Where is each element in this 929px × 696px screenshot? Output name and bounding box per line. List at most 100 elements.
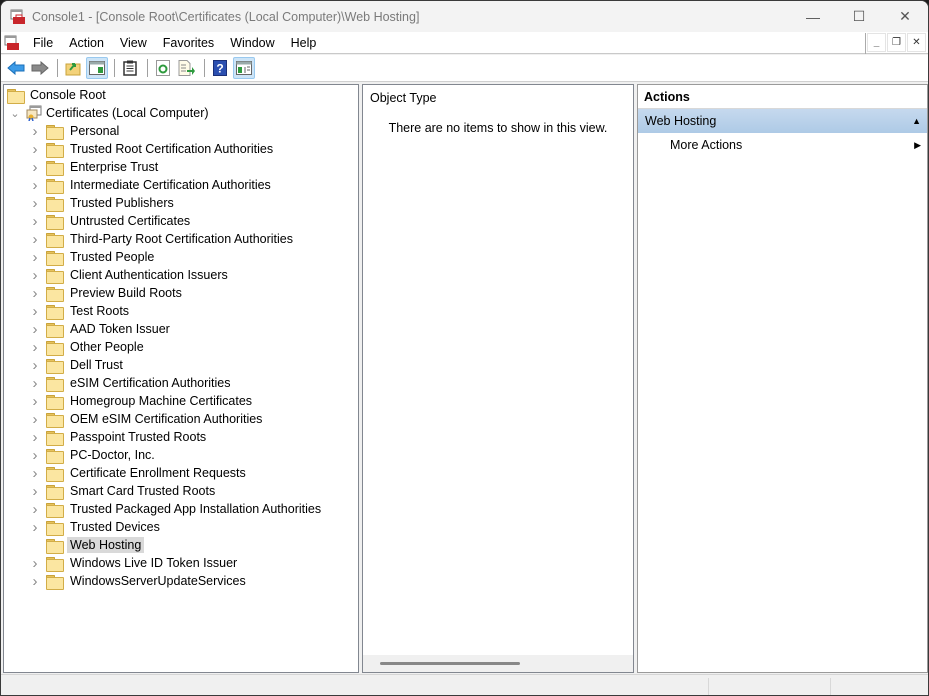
export-list-button[interactable] [176,57,198,79]
chevron-right-icon[interactable]: › [30,392,40,410]
tree-item[interactable]: › Intermediate Certification Authorities [30,176,274,194]
tree-item[interactable]: › Certificate Enrollment Requests [30,464,249,482]
folder-icon [46,286,64,302]
tree-item[interactable]: › OEM eSIM Certification Authorities [30,410,265,428]
chevron-right-icon[interactable]: › [30,428,40,446]
chevron-right-icon[interactable]: › [30,140,40,158]
chevron-right-icon[interactable]: › [30,374,40,392]
chevron-right-icon[interactable]: › [30,410,40,428]
certificates-snapin-icon [26,105,42,122]
tree-item[interactable]: › Homegroup Machine Certificates [30,392,255,410]
chevron-right-icon[interactable]: › [30,482,40,500]
tree-item[interactable]: › AAD Token Issuer [30,320,173,338]
tree-item[interactable]: › Trusted Packaged App Installation Autho… [30,500,324,518]
help-button[interactable]: ? [209,57,231,79]
chevron-right-icon[interactable]: › [30,338,40,356]
tree-item-label: Personal [70,124,120,138]
refresh-button[interactable] [152,57,174,79]
tree-item[interactable]: › eSIM Certification Authorities [30,374,234,392]
menu-view[interactable]: View [112,32,155,54]
toolbar: ? [1,55,928,82]
tree-item[interactable]: › Trusted Root Certification Authorities [30,140,276,158]
chevron-right-icon[interactable]: › [30,122,40,140]
show-hide-console-tree-button[interactable] [86,57,108,79]
chevron-right-icon[interactable]: › [30,518,40,536]
chevron-right-icon[interactable]: › [30,176,40,194]
horizontal-scrollbar[interactable] [363,655,633,672]
maximize-button[interactable]: ☐ [836,1,882,32]
chevron-right-icon[interactable]: › [30,500,40,518]
menu-favorites[interactable]: Favorites [155,32,222,54]
status-separator [708,678,709,695]
tree-item[interactable]: Web Hosting [30,536,145,554]
collapse-up-icon[interactable]: ▲ [912,109,921,133]
tree-item[interactable]: › Other People [30,338,147,356]
folder-icon [46,340,64,356]
tree-item-label: Homegroup Machine Certificates [70,394,253,408]
menu-action[interactable]: Action [61,32,112,54]
menu-help[interactable]: Help [283,32,325,54]
forward-button[interactable] [29,57,51,79]
tree-item-console-root[interactable]: Console Root [7,86,109,104]
system-menu-icon[interactable] [4,35,20,51]
close-button[interactable]: ✕ [882,1,928,32]
chevron-right-icon[interactable]: › [30,464,40,482]
chevron-right-icon[interactable]: › [30,446,40,464]
chevron-right-icon[interactable]: › [30,320,40,338]
tree-item[interactable]: › Client Authentication Issuers [30,266,231,284]
tree-item[interactable]: › Passpoint Trusted Roots [30,428,209,446]
folder-icon [46,250,64,266]
tree-item[interactable]: › Windows Live ID Token Issuer [30,554,240,572]
chevron-right-icon[interactable]: › [30,194,40,212]
status-bar [1,674,928,695]
chevron-right-icon[interactable]: › [30,230,40,248]
chevron-right-icon[interactable]: › [30,248,40,266]
actions-section-header[interactable]: Web Hosting ▲ [638,109,927,133]
chevron-right-icon[interactable]: › [30,284,40,302]
tree-item[interactable]: › Preview Build Roots [30,284,185,302]
chevron-right-icon[interactable]: › [30,554,40,572]
tree-item[interactable]: › Test Roots [30,302,132,320]
properties-button[interactable] [119,57,141,79]
folder-icon [46,502,64,518]
folder-icon [46,412,64,428]
tree-item[interactable]: › Trusted Publishers [30,194,177,212]
tree-item[interactable]: › WindowsServerUpdateServices [30,572,249,590]
tree-item-label: Preview Build Roots [70,286,182,300]
folder-icon [46,394,64,410]
back-button[interactable] [5,57,27,79]
tree-item[interactable]: › PC-Doctor, Inc. [30,446,158,464]
tree-item-label: Test Roots [70,304,130,318]
child-minimize-button[interactable]: _ [867,33,886,52]
actions-section-label: Web Hosting [645,114,717,128]
child-restore-button[interactable]: ❐ [887,33,906,52]
chevron-right-icon[interactable]: › [30,572,40,590]
chevron-right-icon[interactable]: › [30,266,40,284]
show-hide-action-pane-button[interactable] [233,57,255,79]
minimize-button[interactable]: — [790,1,836,32]
chevron-right-icon[interactable]: › [30,212,40,230]
tree-item[interactable]: › Dell Trust [30,356,126,374]
menu-window[interactable]: Window [222,32,282,54]
tree-item[interactable]: › Untrusted Certificates [30,212,193,230]
child-close-button[interactable]: ✕ [907,33,926,52]
chevron-right-icon[interactable]: › [30,302,40,320]
menu-file[interactable]: File [25,32,61,54]
chevron-right-icon[interactable]: › [30,158,40,176]
action-more-actions[interactable]: More Actions ▶ [638,134,927,156]
tree-item[interactable]: › Third-Party Root Certification Authorit… [30,230,296,248]
tree-item[interactable]: › Trusted People [30,248,157,266]
up-one-level-button[interactable] [62,57,84,79]
tree-item-label: Trusted Packaged App Installation Author… [70,502,322,516]
tree-item[interactable]: › Trusted Devices [30,518,163,536]
tree-item[interactable]: › Enterprise Trust [30,158,161,176]
chevron-down-icon[interactable]: ⌄ [10,104,20,122]
folder-icon [46,232,64,248]
tree-item[interactable]: › Personal [30,122,122,140]
tree-item-certificates[interactable]: ⌄ Certificates (Local Computer) [10,104,212,122]
column-header-object-type[interactable]: Object Type [370,91,436,105]
folder-icon [46,520,64,536]
scrollbar-thumb[interactable] [380,662,520,665]
tree-item[interactable]: › Smart Card Trusted Roots [30,482,218,500]
chevron-right-icon[interactable]: › [30,356,40,374]
